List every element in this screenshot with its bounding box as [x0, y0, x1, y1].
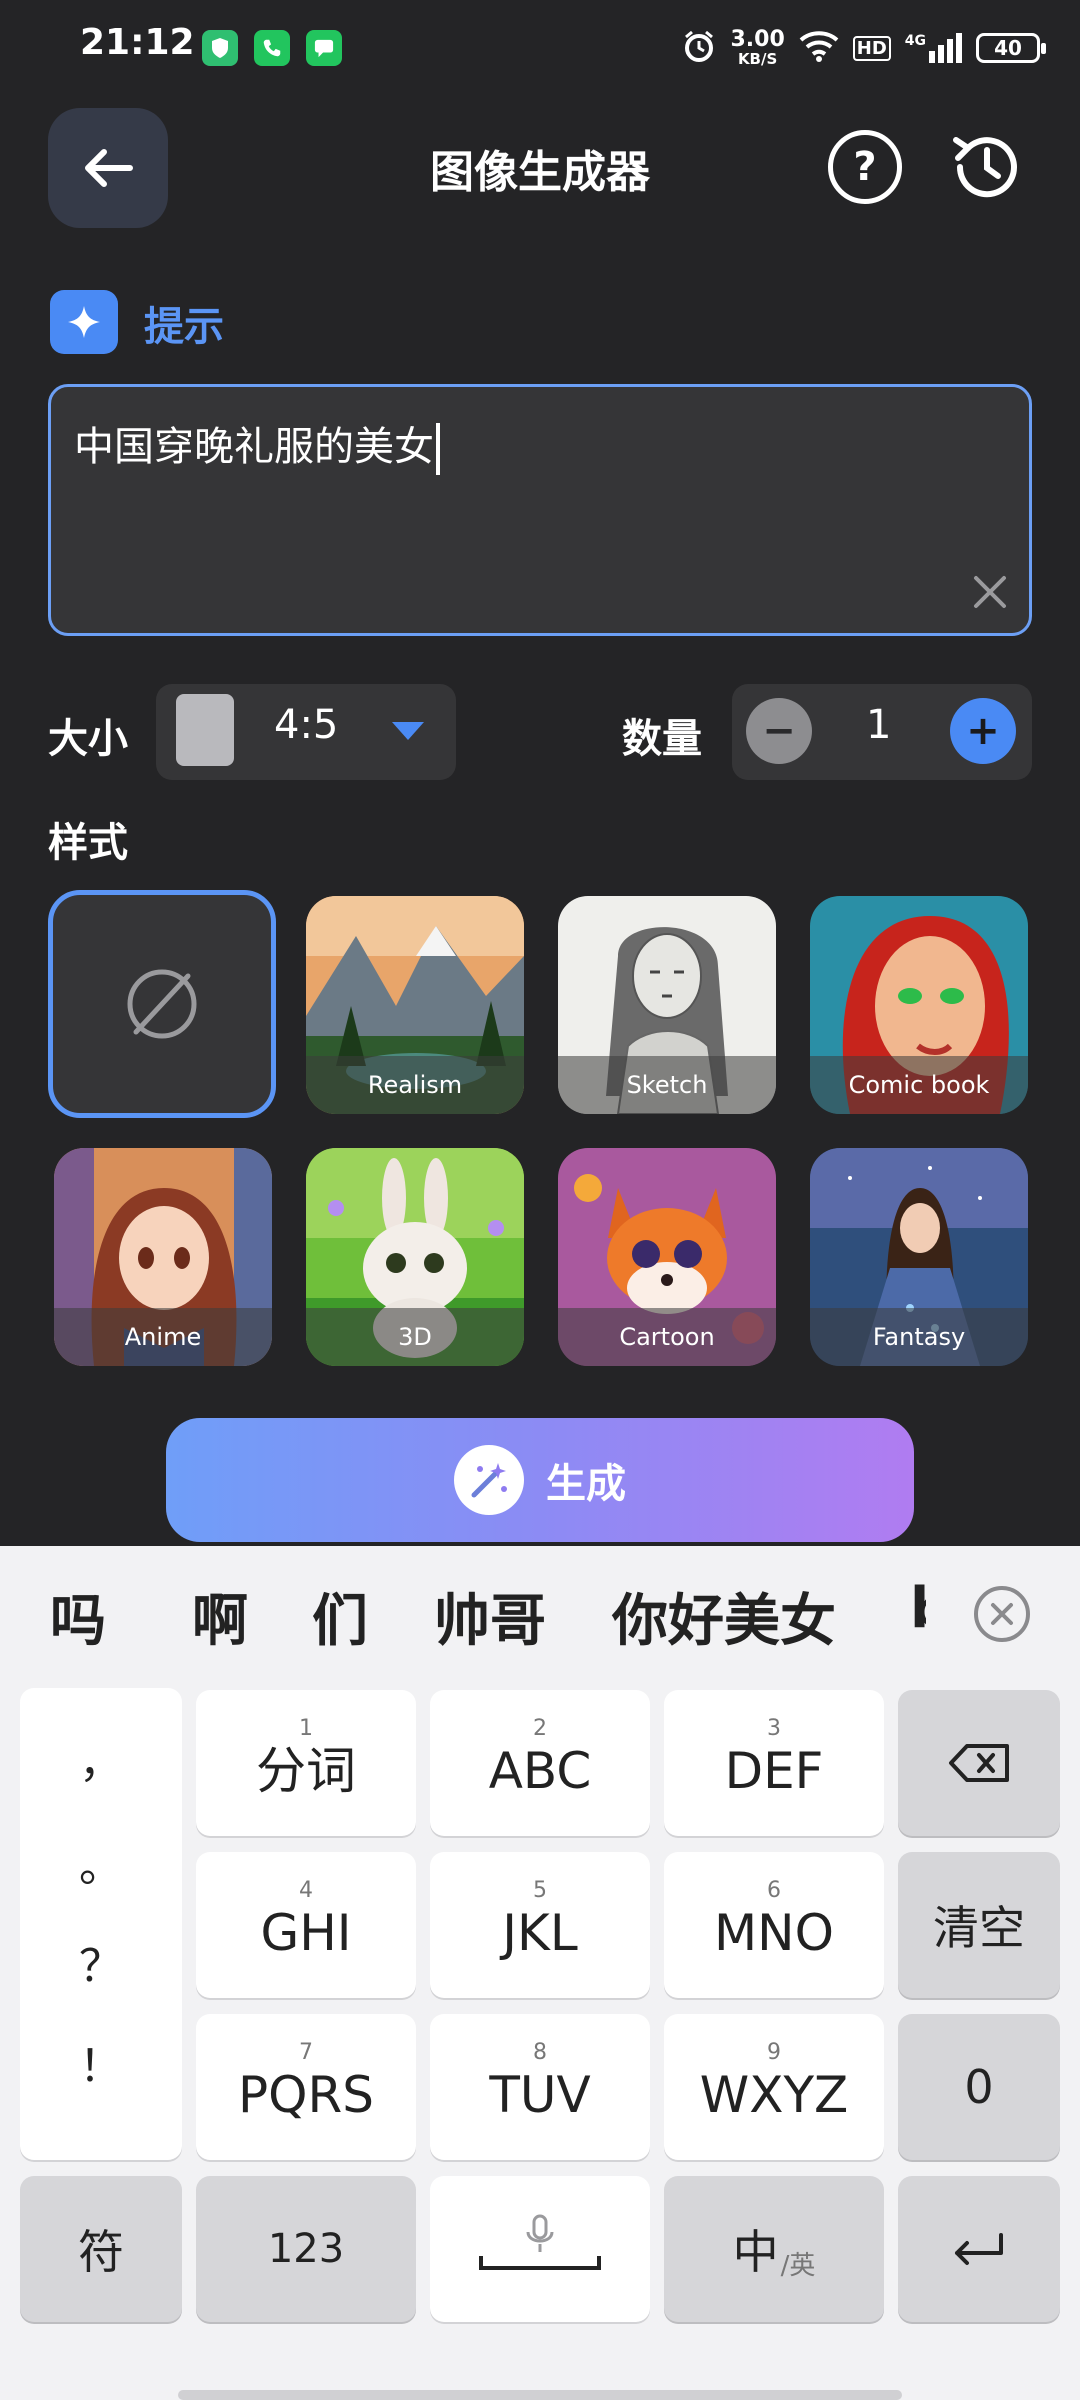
close-icon	[991, 1603, 1013, 1625]
size-value: 4:5	[274, 702, 339, 748]
aspect-ratio-swatch	[176, 694, 234, 766]
gesture-bar	[178, 2390, 902, 2400]
hd-badge: HD	[852, 35, 891, 61]
style-anime[interactable]: Anime	[54, 1148, 272, 1366]
suggestion-item[interactable]: 你好美女	[612, 1576, 836, 1657]
style-comic-book[interactable]: Comic book	[810, 896, 1028, 1114]
history-button[interactable]	[946, 126, 1028, 208]
status-icons: 3.00 KB/S HD 4G 40	[682, 22, 1046, 74]
style-caption: Fantasy	[810, 1308, 1028, 1366]
backspace-key[interactable]	[898, 1690, 1060, 1836]
style-none[interactable]	[48, 890, 276, 1118]
suggestion-item[interactable]: 啊	[192, 1576, 248, 1657]
style-fantasy[interactable]: Fantasy	[810, 1148, 1028, 1366]
text-caret	[436, 423, 440, 475]
microphone-icon	[526, 2214, 554, 2252]
style-caption: Cartoon	[558, 1308, 776, 1366]
suggestion-item[interactable]: b	[910, 1576, 926, 1641]
clear-key[interactable]: 清空	[898, 1852, 1060, 1998]
style-label: 样式	[48, 820, 128, 866]
prompt-label: 提示	[144, 304, 224, 350]
space-bar-icon	[479, 2256, 601, 2270]
punct-exclamation[interactable]: ！	[20, 2030, 182, 2094]
key-0[interactable]: 0	[898, 2014, 1060, 2160]
style-realism[interactable]: Realism	[306, 896, 524, 1114]
punct-question[interactable]: ？	[20, 1930, 182, 1994]
backspace-icon	[949, 1744, 1009, 1782]
suggestion-item[interactable]: 帅哥	[434, 1576, 546, 1657]
increase-count-button[interactable]: +	[950, 698, 1016, 764]
punct-period[interactable]: 。	[20, 1830, 182, 1894]
help-button[interactable]: ?	[828, 130, 902, 204]
key-2[interactable]: 2 ABC	[430, 1690, 650, 1836]
style-sketch[interactable]: Sketch	[558, 896, 776, 1114]
wifi-icon	[799, 30, 839, 66]
key-1[interactable]: 1 分词	[196, 1690, 416, 1836]
key-3[interactable]: 3 DEF	[664, 1690, 884, 1836]
battery-indicator: 40	[976, 33, 1046, 63]
style-caption: 3D	[306, 1308, 524, 1366]
style-caption: Anime	[54, 1308, 272, 1366]
status-time: 21:12	[80, 22, 195, 63]
style-caption: Sketch	[558, 1056, 776, 1114]
symbols-key[interactable]: 符	[20, 2176, 182, 2322]
phone-app-icon	[254, 30, 290, 66]
decrease-count-button[interactable]: −	[746, 698, 812, 764]
count-label: 数量	[622, 716, 702, 762]
generate-label: 生成	[546, 1461, 626, 1507]
numbers-key[interactable]: 123	[196, 2176, 416, 2322]
plus-icon: +	[966, 708, 1000, 754]
sparkle-icon	[50, 290, 118, 354]
enter-icon	[955, 2233, 1003, 2265]
space-key[interactable]	[430, 2176, 650, 2322]
prompt-text[interactable]: 中国穿晚礼服的美女	[74, 414, 440, 475]
generate-button[interactable]: 生成	[166, 1418, 914, 1542]
suggestion-item[interactable]: 吗	[50, 1576, 106, 1657]
minus-icon: −	[762, 708, 796, 754]
size-label: 大小	[48, 716, 128, 762]
close-icon	[974, 576, 1006, 608]
signal-icon: 4G	[905, 33, 962, 63]
enter-key[interactable]	[898, 2176, 1060, 2322]
dropdown-arrow-icon	[392, 722, 424, 740]
network-speed: 3.00 KB/S	[730, 27, 785, 68]
history-icon	[953, 137, 1017, 198]
style-3d[interactable]: 3D	[306, 1148, 524, 1366]
key-5[interactable]: 5 JKL	[430, 1852, 650, 1998]
language-switch-key[interactable]: 中 /英	[664, 2176, 884, 2322]
magic-wand-icon	[454, 1445, 524, 1515]
key-7[interactable]: 7 PQRS	[196, 2014, 416, 2160]
key-6[interactable]: 6 MNO	[664, 1852, 884, 1998]
question-icon: ?	[853, 144, 877, 190]
count-value: 1	[866, 702, 892, 748]
key-4[interactable]: 4 GHI	[196, 1852, 416, 1998]
page-title: 图像生成器	[430, 147, 650, 198]
no-style-icon	[127, 969, 197, 1039]
clear-prompt-button[interactable]	[970, 572, 1010, 612]
messages-app-icon	[306, 30, 342, 66]
close-suggestions-button[interactable]	[974, 1586, 1030, 1642]
alarm-icon	[682, 29, 716, 67]
punct-comma[interactable]: ，	[20, 1726, 182, 1790]
suggestion-item[interactable]: 们	[312, 1576, 368, 1657]
style-caption: Realism	[306, 1056, 524, 1114]
style-cartoon[interactable]: Cartoon	[558, 1148, 776, 1366]
style-caption: Comic book	[810, 1056, 1028, 1114]
key-8[interactable]: 8 TUV	[430, 2014, 650, 2160]
key-9[interactable]: 9 WXYZ	[664, 2014, 884, 2160]
security-app-icon	[202, 30, 238, 66]
